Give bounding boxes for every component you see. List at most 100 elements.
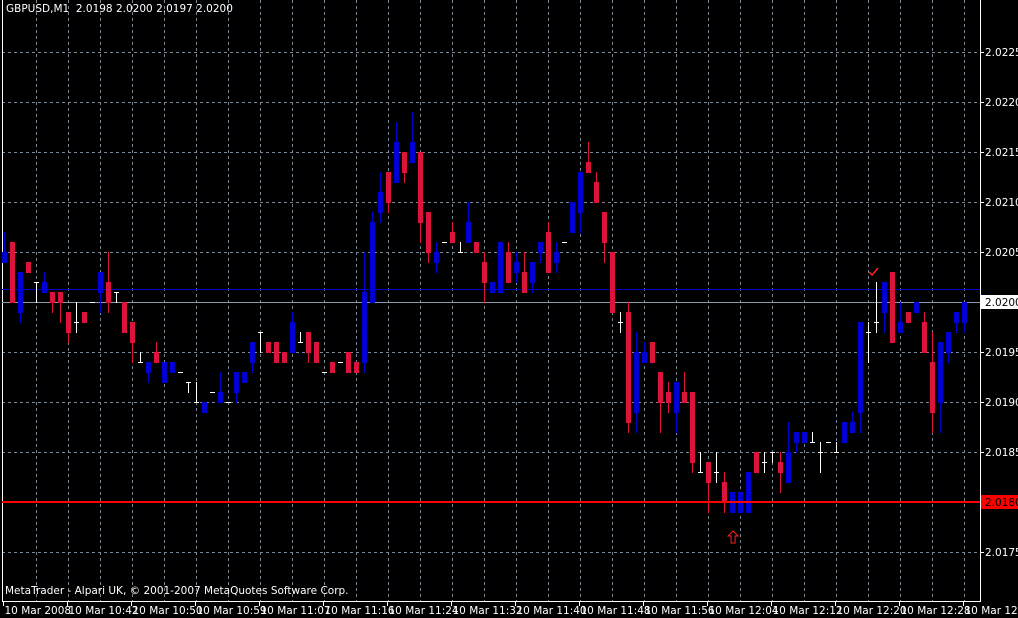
candle-body [82, 312, 87, 323]
candle-body [210, 392, 215, 393]
candle-body [434, 252, 439, 263]
candle-body [202, 402, 207, 413]
candle [802, 432, 807, 443]
candle [50, 292, 55, 313]
candle [938, 342, 943, 433]
time-label: 10 Mar 2008 [5, 605, 72, 617]
candle-body [258, 332, 263, 333]
candle [578, 172, 583, 233]
candle-body [106, 282, 111, 303]
candle-body [954, 312, 959, 323]
candle [754, 452, 759, 473]
candle [466, 202, 471, 243]
candle [66, 312, 71, 343]
candle [402, 152, 407, 183]
candle [554, 242, 559, 273]
candle-body [146, 362, 151, 373]
candle [906, 312, 911, 323]
candle-body [130, 322, 135, 343]
candle-body [682, 392, 687, 403]
candle [602, 212, 607, 263]
copyright-text: MetaTrader - Alpari UK, © 2001-2007 Meta… [5, 585, 349, 597]
time-label: 10 Mar 12:20 [837, 605, 907, 617]
candle [258, 332, 263, 353]
horizontal-line-2-0180[interactable] [2, 501, 980, 503]
candle [162, 362, 167, 383]
candle-body [498, 242, 503, 293]
candle-body [778, 462, 783, 473]
candle-body [450, 232, 455, 243]
candle-body [458, 252, 463, 253]
candle-body [2, 252, 7, 263]
candle [298, 332, 303, 343]
candle-body [562, 242, 567, 243]
candle-body [722, 482, 727, 503]
candle-body [170, 362, 175, 373]
candle-body [162, 362, 167, 383]
candle-body [58, 292, 63, 303]
candle-body [394, 142, 399, 183]
candle [818, 442, 823, 473]
candle-body [786, 452, 791, 483]
time-label: 10 Mar 12:28 [901, 605, 971, 617]
candle [114, 292, 119, 303]
candle-body [938, 342, 943, 403]
candle-body [602, 212, 607, 243]
candle-body [490, 282, 495, 293]
candle [202, 402, 207, 413]
candle-body [194, 402, 199, 403]
candle [418, 152, 423, 243]
candle [250, 342, 255, 373]
candle-body [962, 302, 967, 323]
candle [322, 372, 327, 373]
candle [346, 352, 351, 373]
candle-body [666, 392, 671, 403]
candle-body [242, 372, 247, 383]
candle-body [362, 292, 367, 363]
candle-body [442, 242, 447, 243]
candle-body [234, 372, 239, 393]
candle [946, 332, 951, 363]
candle-body [658, 372, 663, 403]
candle [826, 442, 831, 443]
candle-body [946, 332, 951, 353]
candle [170, 362, 175, 373]
candle-body [802, 432, 807, 443]
candle-body [690, 392, 695, 463]
candle-body [882, 282, 887, 313]
candle [666, 382, 671, 413]
candle-body [282, 352, 287, 363]
candle-body [186, 382, 191, 383]
candle-body [866, 332, 871, 333]
candle [810, 432, 815, 443]
price-chart[interactable]: 2.0225 2.0220 2.0215 2.0210 2.0205 2.0195 2.01… [0, 0, 1018, 618]
candle [234, 372, 239, 403]
candle [586, 142, 591, 173]
candle [354, 362, 359, 373]
candle-body [570, 202, 575, 233]
candle [410, 112, 415, 163]
candle [842, 422, 847, 443]
candle-body [50, 292, 55, 303]
candle-body [34, 282, 39, 283]
candle-body [754, 452, 759, 473]
arrow-up-icon [726, 530, 740, 544]
low-value: 2.0197 [156, 3, 193, 15]
candle [530, 262, 535, 293]
candle-body [858, 322, 863, 413]
price-label: 2.0220 [985, 97, 1018, 109]
candle-body [922, 322, 927, 353]
candle-body [138, 362, 143, 363]
candle [650, 342, 655, 363]
candle [498, 242, 503, 293]
candle [282, 352, 287, 363]
candle-body [426, 212, 431, 253]
candle-body [538, 242, 543, 253]
candle [850, 412, 855, 433]
check-mark-icon [868, 267, 879, 277]
candle [522, 252, 527, 293]
candle [442, 242, 447, 243]
candle-body [274, 342, 279, 363]
candle [866, 322, 871, 363]
candle [546, 222, 551, 273]
